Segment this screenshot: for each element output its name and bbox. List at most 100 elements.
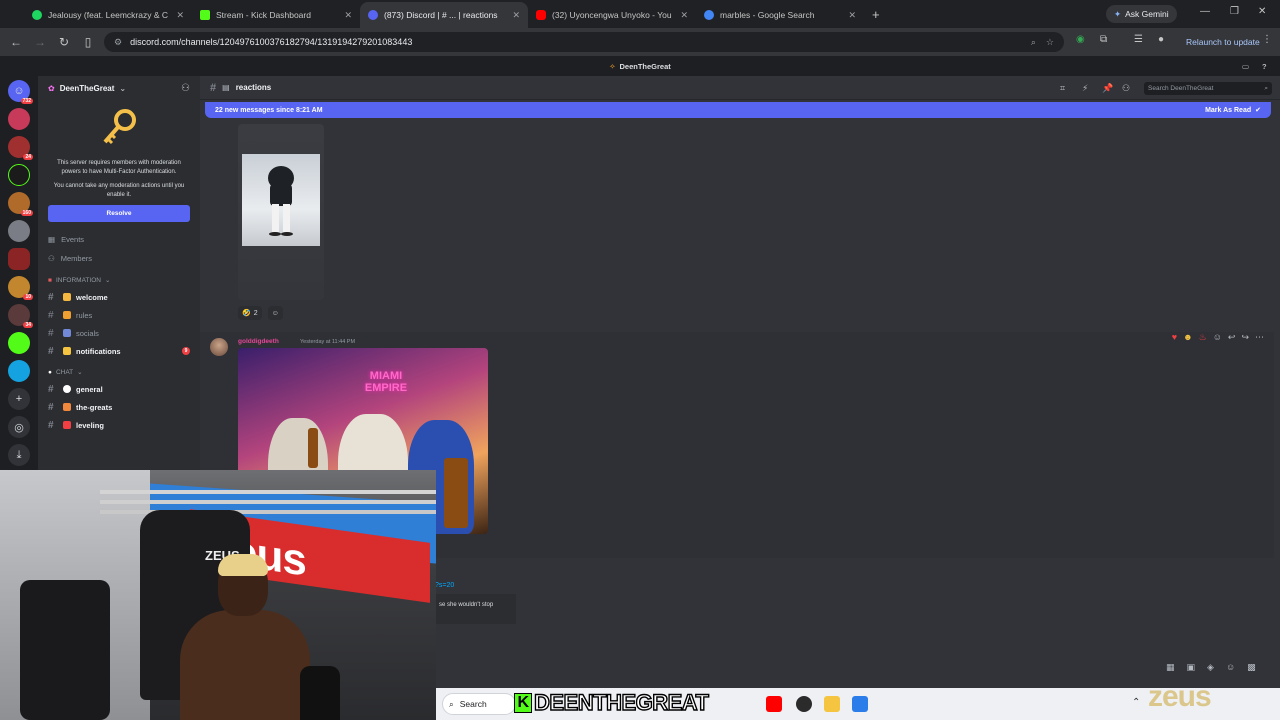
channel-socials[interactable]: # socials bbox=[38, 324, 200, 342]
server-icon[interactable]: 160 bbox=[8, 192, 33, 216]
author-name[interactable]: golddigdeeth bbox=[238, 338, 279, 345]
close-tab-icon[interactable]: ✕ bbox=[344, 10, 352, 21]
tray-chevron-icon[interactable]: ⌃ bbox=[1132, 697, 1140, 708]
server-icon[interactable]: 24 bbox=[8, 136, 33, 160]
channel-welcome[interactable]: # welcome bbox=[38, 288, 200, 306]
site-info-icon[interactable]: ⚙ bbox=[114, 37, 122, 48]
search-input[interactable]: Search DeenTheGreat ⌕ bbox=[1144, 82, 1272, 95]
emoji-icon[interactable]: ☺ bbox=[1226, 662, 1235, 673]
browser-tab[interactable]: Stream - Kick Dashboard ✕ bbox=[192, 2, 360, 28]
server-header[interactable]: ✿ DeenTheGreat ⌄ ⚇ bbox=[38, 76, 200, 100]
laugh-reaction-icon[interactable]: ☻ bbox=[1183, 332, 1192, 343]
tab-title: (873) Discord | # ... | reactions bbox=[384, 10, 498, 20]
minimize-icon[interactable]: — bbox=[1200, 6, 1210, 17]
add-server-icon[interactable]: + bbox=[8, 388, 30, 410]
channel-notifications[interactable]: # notifications 9 bbox=[38, 342, 200, 360]
server-icon[interactable] bbox=[8, 360, 30, 382]
menu-dots-icon[interactable]: ⋮ bbox=[1262, 34, 1272, 45]
help-icon[interactable]: ? bbox=[1262, 62, 1267, 71]
message-timestamp: Yesterday at 11:44 PM bbox=[300, 339, 356, 345]
relaunch-button[interactable]: Relaunch to update bbox=[1180, 34, 1266, 50]
server-icon[interactable]: 10 bbox=[8, 276, 33, 300]
browser-tab[interactable]: Jealousy (feat. Leemckrazy & C ✕ bbox=[24, 2, 192, 28]
close-tab-icon[interactable]: ✕ bbox=[848, 10, 856, 21]
file-explorer-icon[interactable] bbox=[824, 696, 840, 712]
taskbar-search[interactable]: ⌕ Search bbox=[442, 693, 516, 715]
apps-icon[interactable]: ▩ bbox=[1247, 662, 1256, 673]
video-attachment[interactable] bbox=[238, 124, 324, 300]
extension-icon[interactable]: ◉ bbox=[1076, 34, 1085, 45]
category-chat[interactable]: ● CHAT ⌄ bbox=[38, 364, 200, 380]
message-link[interactable]: ?s=20 bbox=[435, 582, 454, 589]
gif-icon[interactable]: ▣ bbox=[1187, 662, 1196, 673]
server-icon-active[interactable] bbox=[8, 248, 30, 270]
close-tab-icon[interactable]: ✕ bbox=[176, 10, 184, 21]
discord-favicon-icon bbox=[368, 10, 378, 20]
reading-list-icon[interactable]: ☰ bbox=[1134, 34, 1143, 45]
browser-tab[interactable]: marbles - Google Search ✕ bbox=[696, 2, 864, 28]
reload-icon[interactable]: ↻ bbox=[52, 35, 76, 49]
forward-icon[interactable]: ↪ bbox=[1241, 332, 1249, 343]
direct-messages-icon[interactable]: ☺ 732 bbox=[8, 80, 33, 104]
events-nav[interactable]: ▦ Events bbox=[38, 230, 200, 249]
members-nav[interactable]: ⚇ Members bbox=[38, 249, 200, 268]
channel-label: the-greats bbox=[76, 402, 113, 412]
sticker-icon[interactable]: ◈ bbox=[1207, 662, 1214, 673]
bookmark-star-icon[interactable]: ☆ bbox=[1046, 37, 1054, 48]
server-icon[interactable] bbox=[8, 108, 30, 130]
zoom-icon[interactable]: ⌕ bbox=[1031, 37, 1036, 48]
server-icon[interactable]: 34 bbox=[8, 304, 33, 328]
category-information[interactable]: ■ INFORMATION ⌄ bbox=[38, 272, 200, 288]
heart-reaction-icon[interactable]: ♥ bbox=[1172, 332, 1177, 343]
sidebar-icon[interactable]: ▯ bbox=[76, 35, 100, 49]
resolve-button[interactable]: Resolve bbox=[48, 205, 190, 222]
channel-sidebar: ✿ DeenTheGreat ⌄ ⚇ This server requires … bbox=[38, 76, 200, 470]
threads-icon[interactable]: ⌗ bbox=[1060, 83, 1065, 94]
channel-leveling[interactable]: # leveling bbox=[38, 416, 200, 434]
more-options-icon[interactable]: ⋯ bbox=[1255, 332, 1264, 343]
restore-icon[interactable]: ❐ bbox=[1230, 6, 1239, 17]
mfa-notice: This server requires members with modera… bbox=[38, 100, 200, 230]
channel-general[interactable]: # general bbox=[38, 380, 200, 398]
gift-icon[interactable]: ▦ bbox=[1166, 662, 1175, 673]
add-member-icon[interactable]: ⚇ bbox=[181, 83, 190, 94]
back-arrow-icon[interactable]: ← bbox=[4, 35, 28, 49]
close-window-icon[interactable]: ✕ bbox=[1258, 6, 1266, 17]
address-bar[interactable]: ⚙ discord.com/channels/12049761003761827… bbox=[104, 32, 1064, 52]
pin-icon[interactable]: 📌 bbox=[1102, 83, 1113, 94]
obs-app-icon[interactable] bbox=[796, 696, 812, 712]
add-reaction-button[interactable]: ☺ bbox=[267, 306, 283, 320]
youtube-app-icon[interactable] bbox=[766, 696, 782, 712]
extensions-puzzle-icon[interactable]: ⧉ bbox=[1100, 34, 1107, 45]
attachment-thumbnail bbox=[242, 154, 320, 246]
inbox-icon[interactable]: ▭ bbox=[1242, 62, 1249, 71]
profile-avatar-icon[interactable]: ● bbox=[1158, 34, 1164, 45]
close-tab-icon[interactable]: ✕ bbox=[512, 10, 520, 21]
reply-icon[interactable]: ↩ bbox=[1228, 332, 1236, 343]
server-icon[interactable] bbox=[8, 332, 30, 354]
mark-as-read-button[interactable]: Mark As Read bbox=[1205, 107, 1251, 114]
avatar[interactable] bbox=[210, 338, 228, 356]
browser-tab-active[interactable]: (873) Discord | # ... | reactions ✕ bbox=[360, 2, 528, 28]
paint-app-icon[interactable] bbox=[852, 696, 868, 712]
forward-arrow-icon[interactable]: → bbox=[28, 35, 52, 49]
new-tab-button[interactable]: + bbox=[872, 7, 880, 22]
message-actions: ♥ ☻ ♨ ☺ ↩ ↪ ⋯ bbox=[1172, 332, 1264, 343]
close-tab-icon[interactable]: ✕ bbox=[680, 10, 688, 21]
fire-reaction-icon[interactable]: ♨ bbox=[1199, 332, 1207, 343]
streamer-name: DEENTHEGREAT bbox=[533, 689, 709, 715]
server-icon[interactable] bbox=[8, 220, 30, 242]
channel-rules[interactable]: # rules bbox=[38, 306, 200, 324]
member-list-icon[interactable]: ⚇ bbox=[1122, 83, 1130, 94]
ask-gemini-button[interactable]: ✦ Ask Gemini bbox=[1106, 5, 1177, 23]
new-messages-bar[interactable]: 22 new messages since 8:21 AM Mark As Re… bbox=[205, 102, 1271, 118]
download-icon[interactable]: ⤓ bbox=[8, 444, 30, 466]
notification-settings-icon[interactable]: ⚡ bbox=[1082, 83, 1088, 94]
server-icon[interactable] bbox=[8, 164, 30, 186]
reaction-chip[interactable]: 🤣 2 bbox=[238, 306, 262, 320]
channel-the-greats[interactable]: # the-greats bbox=[38, 398, 200, 416]
browser-tab[interactable]: (32) Uyoncengwa Unyoko - You ✕ bbox=[528, 2, 696, 28]
neon-sign-text: MIAMI EMPIRE bbox=[364, 370, 408, 394]
add-reaction-icon[interactable]: ☺ bbox=[1213, 332, 1222, 343]
discover-icon[interactable]: ◎ bbox=[8, 416, 30, 438]
